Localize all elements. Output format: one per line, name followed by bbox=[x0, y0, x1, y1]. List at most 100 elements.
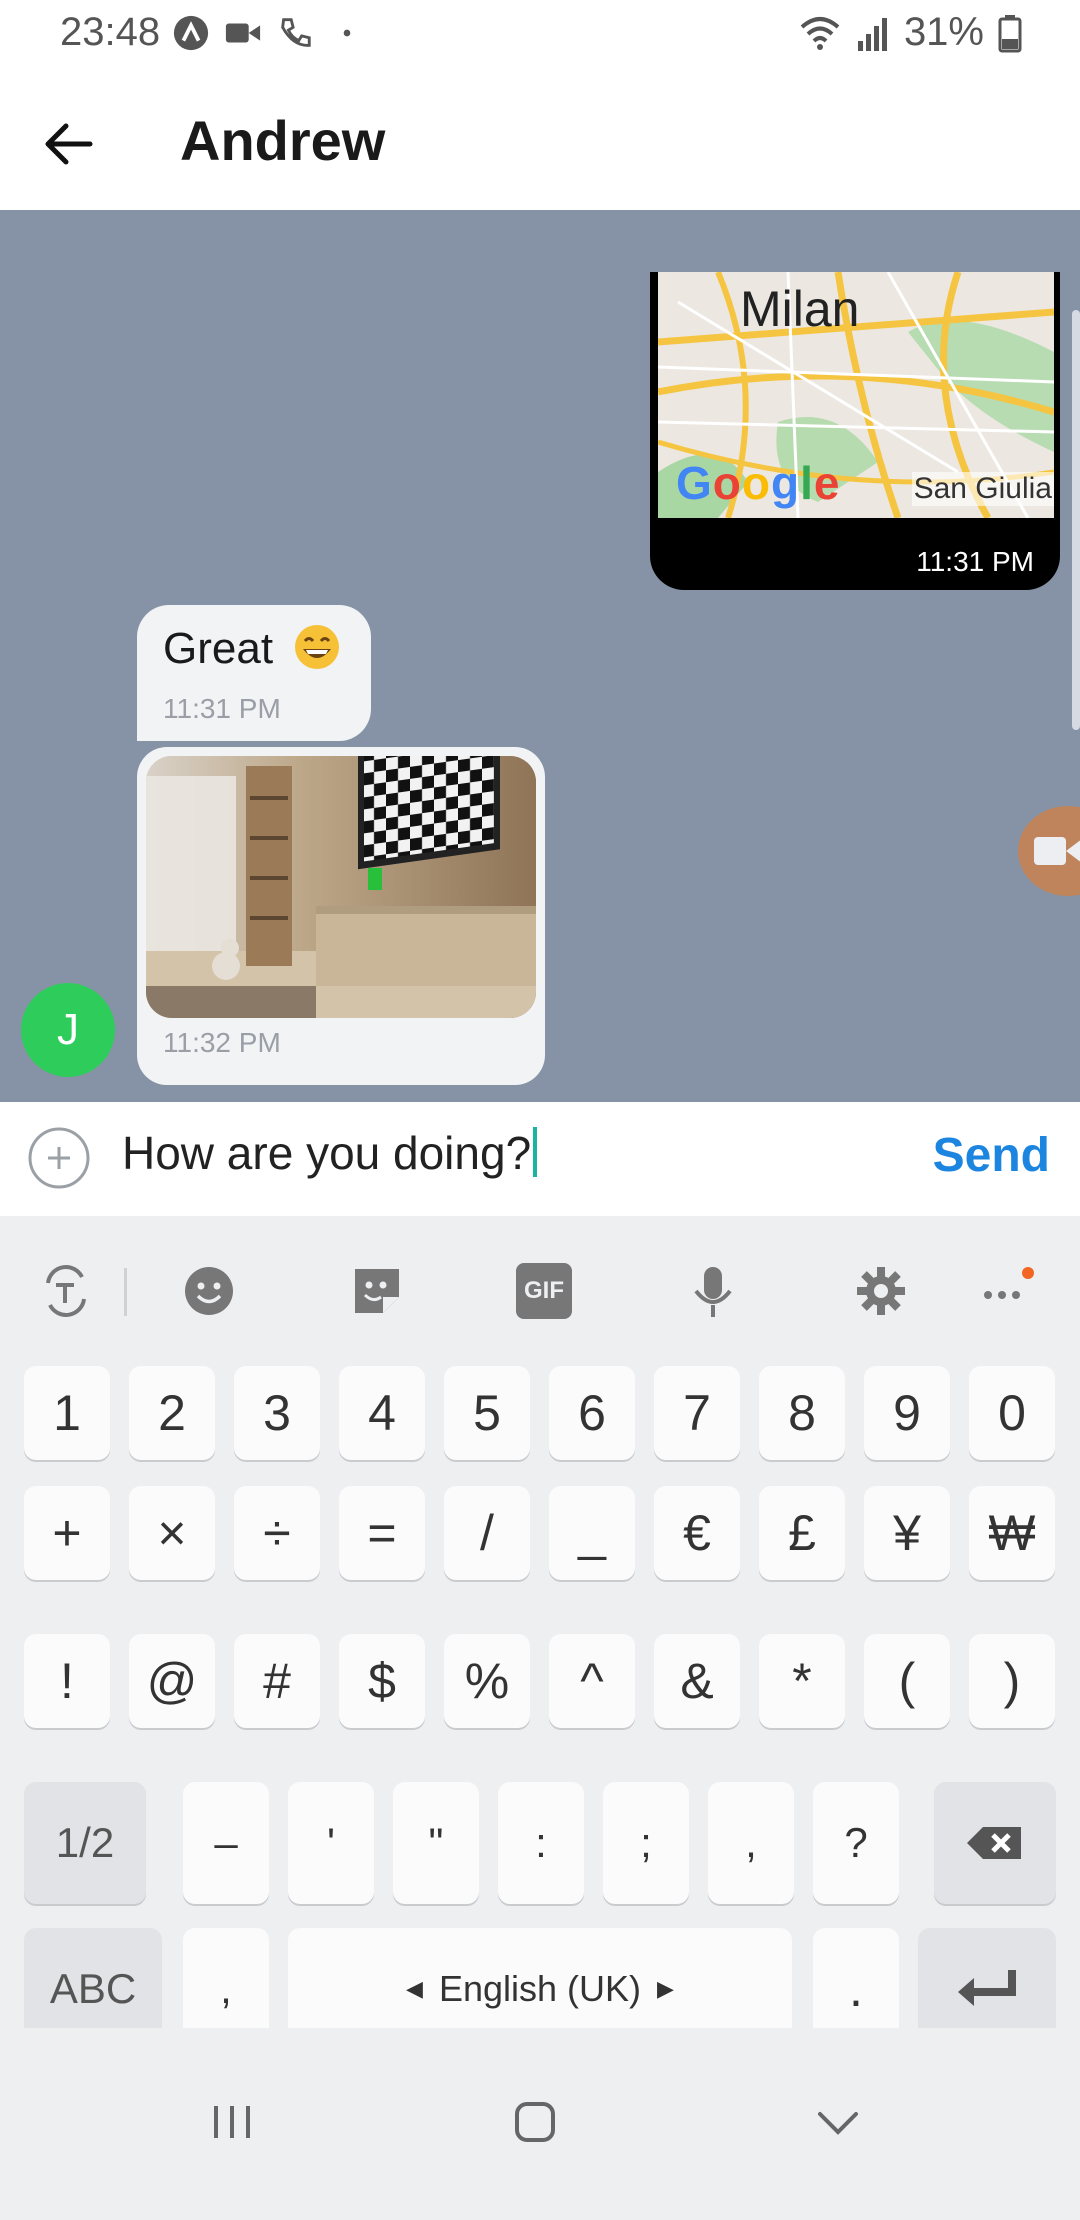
key-row2-0-label: + bbox=[52, 1505, 82, 1561]
key-row4-5-label: ; bbox=[640, 1819, 652, 1866]
arrow-left-icon[interactable] bbox=[38, 112, 102, 176]
key-row3-6[interactable]: & bbox=[654, 1634, 740, 1728]
key-row1-2[interactable]: 3 bbox=[234, 1366, 320, 1460]
message-input-value: How are you doing? bbox=[122, 1127, 532, 1179]
key-row1-4-label: 5 bbox=[473, 1385, 501, 1441]
key-row3-3-label: $ bbox=[368, 1653, 396, 1709]
key-row2-1[interactable]: × bbox=[129, 1486, 215, 1580]
key-row1-9[interactable]: 0 bbox=[969, 1366, 1055, 1460]
send-button[interactable]: Send bbox=[933, 1128, 1050, 1183]
message-time: 11:32 PM bbox=[163, 1027, 281, 1058]
key-symbol-page-label: 1/2 bbox=[55, 1819, 115, 1866]
text-translate-icon[interactable] bbox=[38, 1263, 94, 1319]
key-row1-1-label: 2 bbox=[158, 1385, 186, 1441]
home-icon[interactable] bbox=[505, 2092, 565, 2152]
key-row1-5[interactable]: 6 bbox=[549, 1366, 635, 1460]
key-row1-2-label: 3 bbox=[263, 1385, 291, 1441]
key-row2-9[interactable]: ₩ bbox=[969, 1486, 1055, 1580]
key-row1-4[interactable]: 5 bbox=[444, 1366, 530, 1460]
google-logo: Google bbox=[676, 457, 841, 509]
key-row1-7[interactable]: 8 bbox=[759, 1366, 845, 1460]
video-camera-icon bbox=[225, 23, 261, 43]
message-text: Great bbox=[163, 624, 274, 673]
key-row4-6[interactable]: , bbox=[708, 1782, 794, 1904]
emoji-icon[interactable] bbox=[181, 1263, 237, 1319]
key-row2-0[interactable]: + bbox=[24, 1486, 110, 1580]
key-row2-4[interactable]: / bbox=[444, 1486, 530, 1580]
key-row3-6-label: & bbox=[680, 1653, 714, 1709]
text-message[interactable]: Great 11:31 PM bbox=[137, 605, 371, 741]
image-message[interactable]: 11:32 PM bbox=[137, 747, 545, 1085]
key-row3-1[interactable]: @ bbox=[129, 1634, 215, 1728]
contact-name[interactable]: Andrew bbox=[180, 108, 385, 173]
key-row1-6-label: 7 bbox=[683, 1385, 711, 1441]
key-row1-8[interactable]: 9 bbox=[864, 1366, 950, 1460]
map-thumbnail[interactable]: Milan San Giulia Google bbox=[658, 272, 1054, 518]
settings-icon[interactable] bbox=[853, 1263, 909, 1319]
more-icon[interactable] bbox=[978, 1263, 1034, 1319]
key-row3-7[interactable]: * bbox=[759, 1634, 845, 1728]
language-left-icon: ◀ bbox=[406, 1976, 423, 2001]
key-row2-2[interactable]: ÷ bbox=[234, 1486, 320, 1580]
key-row4-3[interactable]: " bbox=[393, 1782, 479, 1904]
photo-content bbox=[146, 756, 536, 1018]
key-row2-8[interactable]: ¥ bbox=[864, 1486, 950, 1580]
key-row4-2[interactable]: ' bbox=[288, 1782, 374, 1904]
key-row2-5-label: _ bbox=[578, 1505, 606, 1561]
key-row2-6-label: € bbox=[683, 1505, 711, 1561]
key-row4-5[interactable]: ; bbox=[603, 1782, 689, 1904]
sticker-icon[interactable] bbox=[349, 1263, 405, 1319]
key-row4-4[interactable]: : bbox=[498, 1782, 584, 1904]
gif-icon[interactable]: GIF bbox=[516, 1263, 572, 1319]
living-room-tv-image[interactable] bbox=[146, 756, 536, 1018]
video-call-button[interactable] bbox=[1018, 806, 1080, 896]
key-row1-6[interactable]: 7 bbox=[654, 1366, 740, 1460]
key-row2-7-label: £ bbox=[788, 1505, 816, 1561]
recent-apps-icon[interactable] bbox=[202, 2092, 262, 2152]
key-row4-1[interactable]: – bbox=[183, 1782, 269, 1904]
key-row4-4-label: : bbox=[535, 1819, 547, 1866]
key-row2-7[interactable]: £ bbox=[759, 1486, 845, 1580]
backspace-key[interactable] bbox=[934, 1782, 1056, 1904]
key-row3-5[interactable]: ^ bbox=[549, 1634, 635, 1728]
period-key-label: . bbox=[849, 1961, 863, 2017]
key-row2-9-label: ₩ bbox=[988, 1505, 1036, 1561]
location-message[interactable]: Milan San Giulia Google 11:31 PM bbox=[650, 272, 1060, 590]
key-row3-2[interactable]: # bbox=[234, 1634, 320, 1728]
avatar[interactable]: J bbox=[21, 983, 115, 1077]
key-symbol-page[interactable]: 1/2 bbox=[24, 1782, 146, 1904]
key-row1-3[interactable]: 4 bbox=[339, 1366, 425, 1460]
key-row2-3[interactable]: = bbox=[339, 1486, 425, 1580]
message-input[interactable]: How are you doing? bbox=[122, 1126, 538, 1180]
key-row3-0-label: ! bbox=[60, 1653, 74, 1709]
key-row3-9[interactable]: ) bbox=[969, 1634, 1055, 1728]
key-row4-7[interactable]: ? bbox=[813, 1782, 899, 1904]
key-row3-8-label: ( bbox=[898, 1653, 916, 1709]
status-bar: 23:48 31% bbox=[0, 0, 1080, 68]
message-time: 11:31 PM bbox=[916, 546, 1034, 577]
key-row1-3-label: 4 bbox=[368, 1385, 396, 1441]
key-row3-3[interactable]: $ bbox=[339, 1634, 425, 1728]
key-row3-2-label: # bbox=[263, 1653, 291, 1709]
toolbar-divider bbox=[124, 1268, 127, 1316]
scrollbar[interactable] bbox=[1072, 310, 1080, 730]
status-time: 23:48 bbox=[60, 10, 161, 54]
chevron-down-icon[interactable] bbox=[808, 2092, 868, 2152]
mic-icon[interactable] bbox=[685, 1263, 741, 1319]
map-city-label: Milan bbox=[740, 281, 860, 337]
key-row1-1[interactable]: 2 bbox=[129, 1366, 215, 1460]
abc-key-label: ABC bbox=[49, 1965, 137, 2012]
key-row3-4[interactable]: % bbox=[444, 1634, 530, 1728]
status-right: 31% bbox=[798, 10, 1022, 55]
chat-area[interactable]: Milan San Giulia Google 11:31 PM Great 1… bbox=[0, 210, 1080, 1102]
battery-icon bbox=[998, 14, 1022, 52]
key-row2-5[interactable]: _ bbox=[549, 1486, 635, 1580]
add-circle-icon[interactable] bbox=[27, 1126, 91, 1190]
key-row3-0[interactable]: ! bbox=[24, 1634, 110, 1728]
phone-icon bbox=[281, 18, 311, 47]
key-row1-0-label: 1 bbox=[53, 1385, 81, 1441]
key-row2-6[interactable]: € bbox=[654, 1486, 740, 1580]
key-row3-8[interactable]: ( bbox=[864, 1634, 950, 1728]
key-row3-7-label: * bbox=[792, 1653, 812, 1709]
key-row1-0[interactable]: 1 bbox=[24, 1366, 110, 1460]
